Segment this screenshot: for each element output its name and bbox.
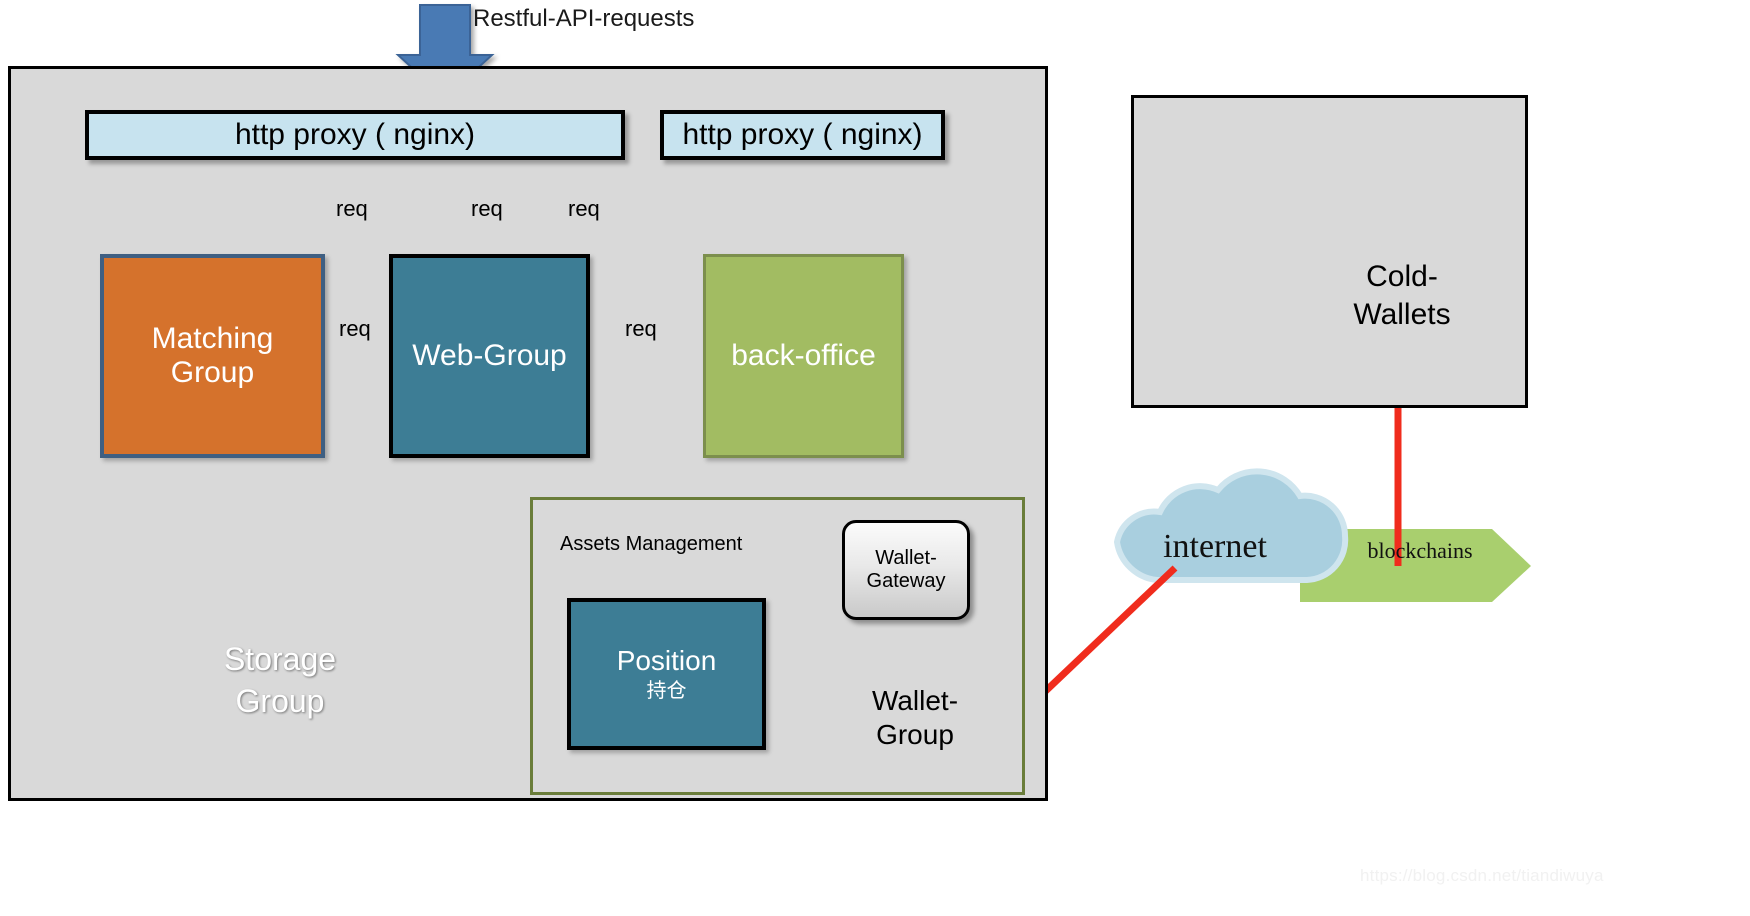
matching-group-label-line1: Matching xyxy=(151,321,274,355)
storage-group-label: Storage Group xyxy=(185,639,375,722)
internet-label: internet xyxy=(1163,528,1267,565)
assets-management-label: Assets Management xyxy=(560,532,743,555)
req-label-1: req xyxy=(336,196,368,221)
back-office-node[interactable]: back-office xyxy=(703,254,904,458)
cold-wallets-label-line1: Cold- xyxy=(1366,260,1438,293)
http-proxy-left[interactable]: http proxy ( nginx) xyxy=(85,110,625,160)
wallet-group-label-line2: Group xyxy=(876,719,954,751)
wallet-gateway-label-line1: Wallet- xyxy=(875,547,937,569)
position-label-en: Position xyxy=(616,645,717,677)
restful-api-label: Restful-API-requests xyxy=(473,5,695,32)
matching-group-label-line2: Group xyxy=(170,356,255,389)
web-group-node[interactable]: Web-Group xyxy=(389,254,590,458)
storage-group-label-line2: Group xyxy=(235,682,325,719)
req-label-4: req xyxy=(339,316,371,341)
wallet-group-label: Wallet- Group xyxy=(840,684,990,752)
position-label-cn: 持仓 xyxy=(646,679,687,702)
req-label-2: req xyxy=(471,196,503,221)
req-label-3: req xyxy=(568,196,600,221)
http-proxy-right[interactable]: http proxy ( nginx) xyxy=(660,110,945,160)
blockchains-label: blockchains xyxy=(1367,538,1473,563)
cold-wallet-zone xyxy=(1131,95,1528,408)
watermark-text: https://blog.csdn.net/tiandiwuya xyxy=(1360,866,1604,885)
cold-wallets-label-line2: Wallets xyxy=(1353,297,1451,331)
wallet-group-label-line1: Wallet- xyxy=(871,685,959,716)
storage-group-label-line1: Storage xyxy=(223,641,337,677)
req-label-5: req xyxy=(625,316,657,341)
matching-group-node[interactable]: Matching Group xyxy=(100,254,325,458)
cold-wallets-label: Cold- Wallets xyxy=(1327,258,1477,333)
position-node[interactable]: Position 持仓 xyxy=(567,598,766,750)
wallet-gateway-label-line2: Gateway xyxy=(866,570,946,592)
diagram-canvas: Restful-API-requests http proxy ( nginx)… xyxy=(0,0,1750,916)
wallet-gateway-node[interactable]: Wallet- Gateway xyxy=(842,520,970,620)
